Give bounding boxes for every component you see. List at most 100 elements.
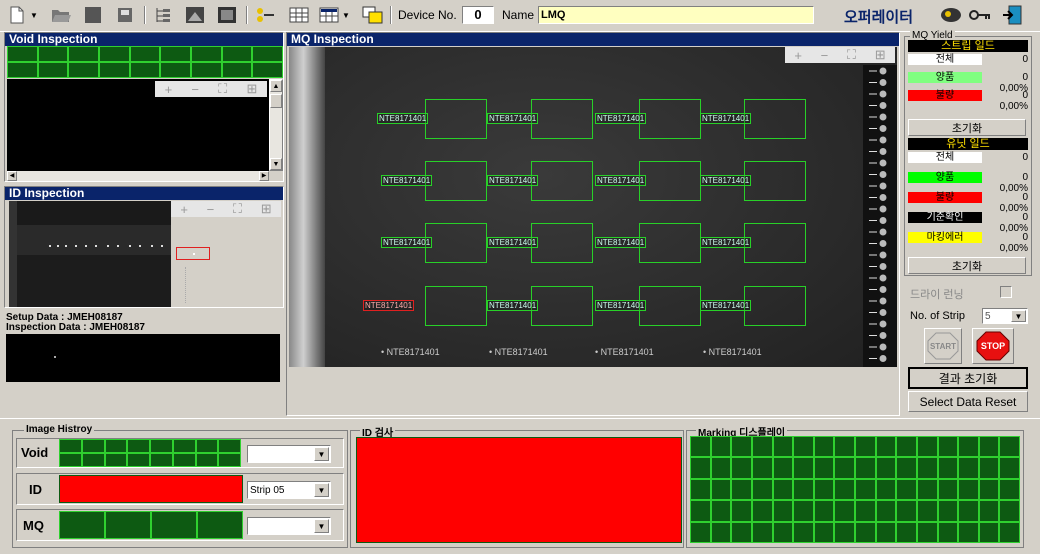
mq-unit-roi[interactable] — [639, 223, 701, 263]
name-field[interactable]: LMQ — [538, 6, 814, 24]
mq-unit-roi[interactable] — [425, 99, 487, 139]
mq-unit-roi[interactable] — [425, 161, 487, 201]
yield-row: 불량 0 0,00% — [908, 90, 1028, 112]
chevron-down-icon[interactable]: ▼ — [28, 5, 40, 25]
grid-cell — [896, 500, 917, 522]
device-no-field[interactable]: 0 — [462, 6, 494, 24]
grid-cell — [172, 439, 196, 453]
chevron-down-icon[interactable]: ▼ — [1011, 310, 1026, 322]
grid-cell — [127, 453, 150, 467]
mq-unit-roi[interactable] — [639, 99, 701, 139]
zoom-in-icon[interactable]: + — [794, 48, 802, 63]
zoom-out-icon[interactable]: − — [191, 82, 199, 97]
toggle-icon[interactable] — [254, 5, 276, 25]
chevron-down-icon[interactable]: ▼ — [314, 447, 329, 461]
grid-icon[interactable] — [318, 5, 340, 25]
zoom-in-icon[interactable]: + — [180, 202, 188, 217]
full-view-icon[interactable]: ⊞ — [875, 47, 886, 63]
mq-unit-roi[interactable] — [744, 161, 806, 201]
print-icon[interactable] — [114, 5, 136, 25]
open-folder-icon[interactable] — [50, 5, 72, 25]
grid-cell — [690, 521, 711, 543]
zoom-out-icon[interactable]: − — [207, 202, 215, 217]
grid-cell — [81, 453, 105, 467]
image-icon[interactable] — [184, 5, 206, 25]
strip-count-value: 5 — [985, 310, 991, 322]
scroll-left-icon[interactable]: ◀ — [7, 171, 17, 181]
unit-yield-reset-button[interactable]: 초기화 — [908, 257, 1026, 274]
mq-marking-label: NTE8171401 — [381, 237, 433, 248]
history-mq-grid[interactable] — [59, 511, 243, 539]
new-file-icon[interactable] — [6, 5, 28, 25]
report-icon[interactable] — [216, 5, 238, 25]
grid-cell — [37, 62, 69, 78]
key-icon[interactable] — [968, 5, 992, 25]
grid-cell — [772, 457, 794, 479]
full-view-icon[interactable]: ⊞ — [261, 201, 272, 217]
zoom-in-icon[interactable]: + — [165, 82, 173, 97]
chevron-down-icon[interactable]: ▼ — [340, 5, 352, 25]
fit-icon[interactable]: ⛶ — [218, 81, 227, 97]
mq-unit-roi[interactable] — [639, 286, 701, 326]
save-icon[interactable] — [82, 5, 104, 25]
toolbar-separator — [246, 6, 248, 24]
mq-unit-roi[interactable] — [425, 223, 487, 263]
window-icon[interactable] — [362, 5, 384, 25]
void-horizontal-scrollbar[interactable]: ◀ ▶ — [7, 171, 269, 181]
result-reset-button[interactable]: 결과 초기화 — [908, 367, 1028, 389]
history-void-select[interactable]: ▼ — [247, 445, 331, 463]
full-view-icon[interactable]: ⊞ — [246, 81, 257, 97]
yield-row: 전체 0 — [908, 54, 1028, 65]
start-button[interactable]: START — [924, 328, 962, 364]
mq-unit-roi[interactable] — [531, 161, 593, 201]
chevron-down-icon[interactable]: ▼ — [314, 483, 329, 497]
grid-cell — [7, 62, 38, 78]
mq-unit-roi[interactable] — [639, 161, 701, 201]
table-icon[interactable] — [288, 5, 310, 25]
strip-count-select[interactable]: 5 ▼ — [982, 308, 1028, 324]
id-image-view[interactable] — [9, 201, 191, 307]
mq-unit-roi[interactable] — [744, 99, 806, 139]
zoom-out-icon[interactable]: − — [821, 48, 829, 63]
mq-marking-label: NTE8171401 — [595, 175, 647, 186]
mq-unit-roi[interactable] — [531, 223, 593, 263]
mq-unit-roi[interactable] — [531, 99, 593, 139]
dry-run-checkbox[interactable] — [1000, 286, 1012, 298]
void-strip-grid — [7, 46, 283, 78]
grid-cell — [221, 62, 253, 78]
chevron-down-icon[interactable]: ▼ — [314, 519, 329, 533]
exit-icon[interactable] — [1000, 5, 1024, 25]
tree-icon[interactable] — [152, 5, 174, 25]
scroll-down-icon[interactable]: ▼ — [270, 158, 282, 170]
mq-unit-roi[interactable] — [744, 223, 806, 263]
stop-button[interactable]: STOP — [972, 328, 1014, 364]
grid-cell — [896, 436, 917, 458]
history-mq-select[interactable]: ▼ — [247, 517, 331, 535]
mq-unit-roi[interactable] — [531, 286, 593, 326]
void-vertical-scrollbar[interactable]: ▲ ▼ — [269, 79, 283, 171]
mq-image-view[interactable]: NTE8171401 NTE8171401 NTE8171401 NTE8171401… — [289, 47, 897, 367]
user-icon[interactable] — [938, 5, 964, 25]
history-id-select[interactable]: Strip 05 ▼ — [247, 481, 331, 499]
scroll-right-icon[interactable]: ▶ — [259, 171, 269, 181]
history-id-status[interactable] — [59, 475, 243, 503]
strip-yield-reset-button[interactable]: 초기화 — [908, 119, 1026, 136]
fit-icon[interactable]: ⛶ — [233, 201, 242, 217]
mq-unit-roi[interactable] — [744, 286, 806, 326]
fit-icon[interactable]: ⛶ — [847, 47, 856, 63]
grid-cell — [710, 457, 732, 479]
select-data-reset-button[interactable]: Select Data Reset — [908, 391, 1028, 412]
image-history-title: Image Histroy — [24, 424, 95, 435]
grid-cell — [793, 478, 814, 501]
grid-cell — [937, 436, 959, 458]
mq-unit-roi[interactable] — [425, 286, 487, 326]
grid-cell — [195, 453, 219, 467]
history-id-row: ID Strip 05 ▼ — [16, 473, 344, 505]
history-void-grid[interactable] — [59, 439, 241, 467]
scroll-up-icon[interactable]: ▲ — [270, 80, 282, 92]
grid-cell — [834, 478, 855, 501]
name-label: Name — [502, 8, 535, 22]
scroll-thumb[interactable] — [270, 94, 282, 108]
mq-zoom-toolbar: + − ⛶ ⊞ — [785, 47, 895, 63]
id-inspection-panel: ID Inspection + − ⛶ ⊞ — [4, 186, 284, 308]
